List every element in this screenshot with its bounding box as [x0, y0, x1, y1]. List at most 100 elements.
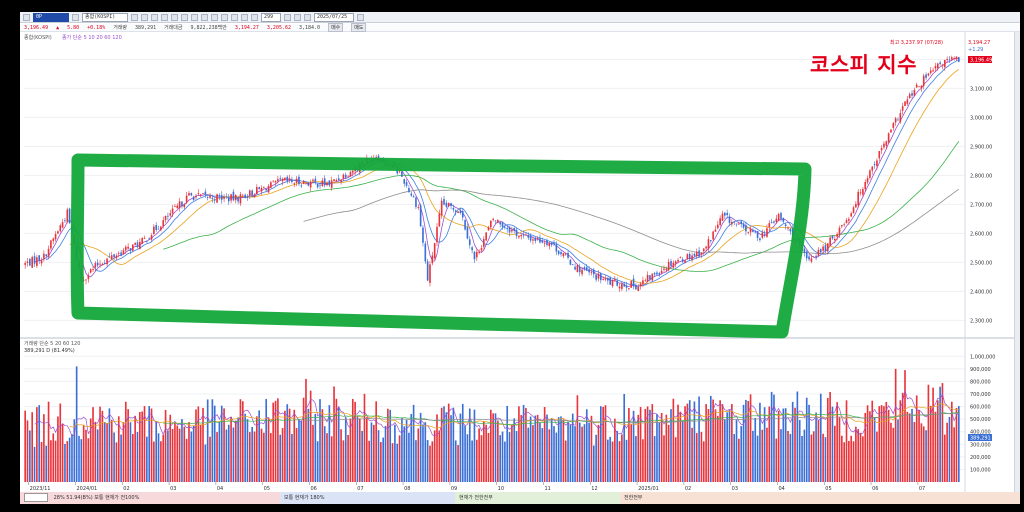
volume-bar — [368, 440, 370, 482]
period-month-button[interactable] — [151, 13, 158, 21]
volume-bar — [218, 422, 221, 482]
volume-bar — [92, 407, 94, 482]
candle-body — [211, 198, 214, 199]
status-input[interactable] — [24, 493, 48, 502]
status-mid-text: 보통 현재가 180% — [284, 495, 325, 501]
sell-button[interactable]: 매도 — [351, 23, 367, 32]
period-week-button[interactable] — [141, 13, 148, 21]
interval-30-button[interactable] — [231, 13, 238, 21]
period-day-button[interactable] — [131, 13, 138, 21]
menu-icon[interactable] — [23, 13, 30, 21]
candle-body — [323, 178, 326, 186]
period-tick-button[interactable] — [171, 13, 178, 21]
lock-icon[interactable] — [294, 13, 301, 21]
candle-body — [251, 190, 253, 196]
candle-body — [471, 247, 473, 251]
volume-bar — [108, 408, 111, 482]
volume-bar — [358, 418, 361, 482]
volume-bar — [826, 397, 829, 482]
candle-body — [660, 270, 663, 274]
interval-1-button[interactable] — [181, 13, 188, 21]
volume-bar — [515, 431, 518, 482]
candle-body — [740, 221, 743, 225]
status-left-text: 28% 51.94(B%) 보통 현재가 전100% — [53, 495, 140, 501]
candle-body — [113, 254, 115, 258]
candle-body — [810, 258, 813, 262]
candle-body — [190, 192, 193, 196]
volume-bar — [550, 418, 553, 482]
volume-bar — [688, 400, 691, 482]
count-input[interactable]: 299 — [261, 12, 281, 22]
candle-body — [24, 263, 26, 265]
candle-body — [642, 280, 644, 285]
interval-3-button[interactable] — [191, 13, 198, 21]
candle-body — [632, 278, 635, 286]
interval-60-button[interactable] — [241, 13, 248, 21]
candle-body — [716, 224, 719, 229]
volume-bar — [864, 412, 867, 482]
volume-bar — [445, 412, 448, 482]
volume-bar — [129, 422, 132, 482]
buy-button[interactable]: 매수 — [328, 23, 344, 32]
code-input[interactable]: 0P — [33, 12, 69, 22]
volume-bar — [672, 398, 675, 482]
search-icon[interactable] — [72, 13, 79, 21]
candle-body — [946, 59, 948, 61]
candle-body — [768, 223, 771, 228]
high-note-right: 3,194.27 — [968, 40, 990, 46]
candle-body — [948, 59, 951, 61]
volume-bar — [471, 440, 473, 482]
volume-bar — [691, 427, 693, 482]
candle-body — [89, 269, 92, 273]
volume-bar — [918, 410, 920, 482]
volume-bar — [293, 409, 296, 482]
candle-body — [656, 272, 658, 275]
volume-bar — [230, 416, 232, 482]
volume-bar — [410, 414, 413, 482]
volume-bar — [726, 412, 728, 482]
volume-bar — [576, 395, 579, 482]
candle-body — [936, 63, 939, 69]
index-name-field[interactable]: 종합(KOSPI) — [82, 12, 128, 22]
interval-5-button[interactable] — [201, 13, 208, 21]
volume-bar — [106, 422, 108, 482]
volume-bar — [770, 391, 773, 482]
date-input[interactable]: 2025/07/25 — [314, 12, 354, 22]
volume-bar — [890, 422, 892, 482]
volume-bar — [103, 421, 106, 482]
candle-body — [513, 228, 516, 231]
candle-body — [906, 99, 909, 104]
volume-bar — [422, 424, 424, 482]
candle-body — [426, 261, 429, 281]
volume-bar — [581, 426, 583, 482]
candle-body — [705, 246, 707, 249]
volume-bar — [314, 413, 317, 482]
volume-bar — [82, 424, 85, 482]
volume-bar — [38, 405, 41, 482]
apply-button[interactable] — [357, 13, 364, 21]
interval-10-button[interactable] — [211, 13, 218, 21]
settings-icon[interactable] — [284, 13, 291, 21]
volume-bar — [246, 419, 249, 482]
candle-body — [124, 246, 127, 251]
volume-bar — [534, 415, 537, 482]
candle-body — [284, 177, 286, 180]
volume-bar — [478, 428, 480, 482]
candle-body — [40, 260, 43, 264]
interval-15-button[interactable] — [221, 13, 228, 21]
volume-bar — [466, 434, 469, 482]
volume-bar — [211, 399, 214, 482]
volume-bar — [569, 424, 572, 482]
volume-bar — [555, 432, 558, 482]
candle-body — [850, 213, 853, 217]
right-toolbar[interactable] — [1014, 32, 1020, 492]
chart-area[interactable]: 3,200.003,100.003,000.002,900.002,800.00… — [20, 32, 1014, 492]
volume-bar — [426, 440, 429, 482]
candle-body — [225, 196, 228, 198]
interval-120-button[interactable] — [251, 13, 258, 21]
candle-body — [541, 240, 544, 243]
volume-bar — [253, 431, 256, 482]
period-minute-button[interactable] — [161, 13, 168, 21]
calendar-icon[interactable] — [304, 13, 311, 21]
candle-body — [892, 123, 895, 128]
